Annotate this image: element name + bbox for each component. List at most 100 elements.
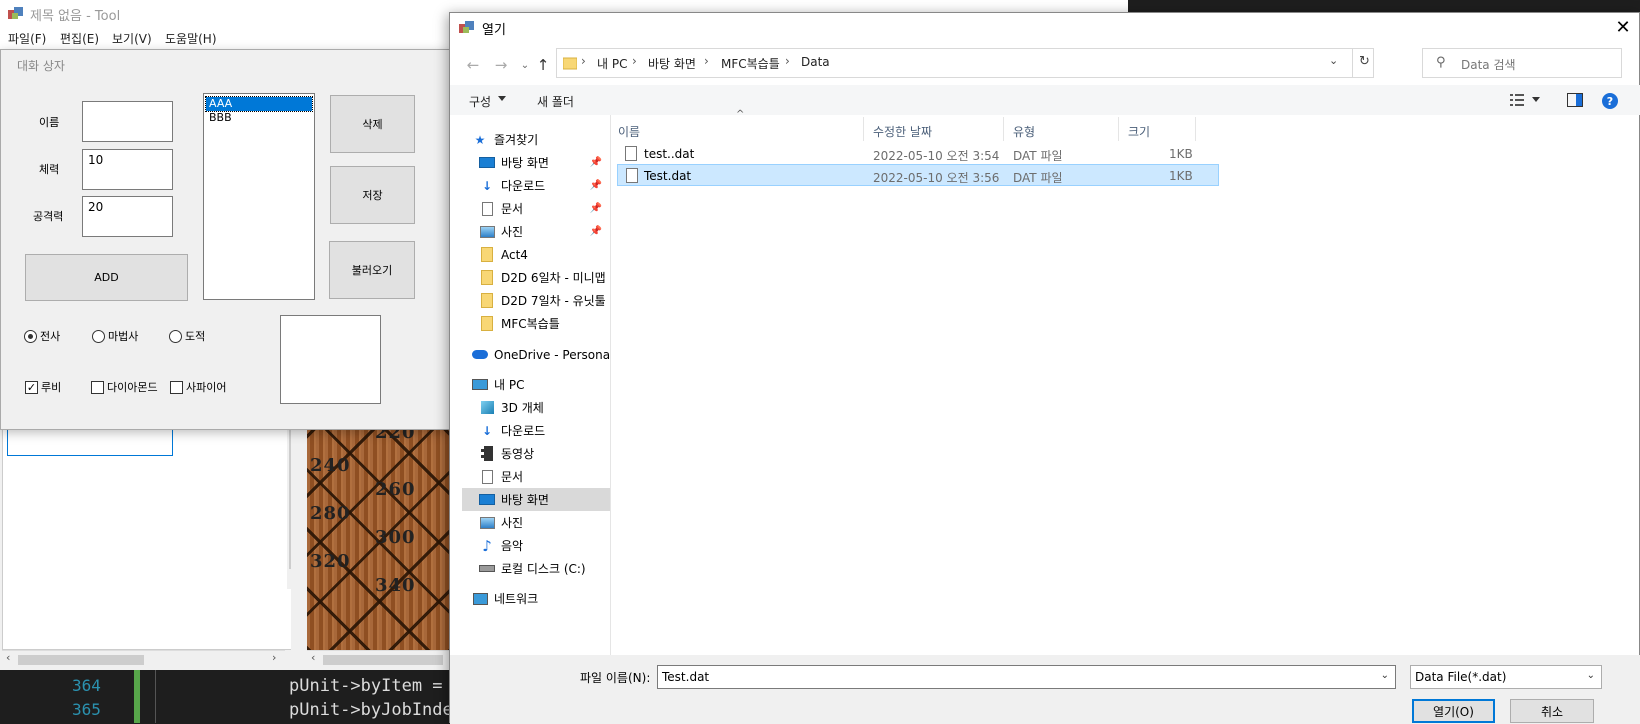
nav-item-downloads[interactable]: ↓ 다운로드 📌 — [462, 174, 610, 197]
pin-icon[interactable]: 📌 — [590, 203, 602, 214]
view-options-icon[interactable] — [1510, 93, 1524, 107]
preview-pane-icon[interactable] — [1567, 93, 1583, 107]
scroll-right-icon[interactable]: › — [272, 651, 276, 664]
radio-circle[interactable] — [24, 329, 37, 343]
radio-mage[interactable]: 마법사 — [92, 328, 138, 344]
breadcrumb-item[interactable]: Data — [801, 55, 830, 69]
add-button[interactable]: ADD — [25, 254, 188, 301]
nav-item-3d-objects[interactable]: 3D 개체 — [462, 396, 610, 419]
chevron-right-icon[interactable]: › — [632, 54, 637, 68]
splitter[interactable] — [291, 428, 305, 668]
menu-view[interactable]: 보기(V) — [112, 30, 152, 47]
filename-input[interactable]: Test.dat ⌄ — [657, 665, 1396, 689]
column-date[interactable]: 수정한 날짜 — [873, 123, 932, 140]
pin-icon[interactable]: 📌 — [590, 157, 602, 168]
nav-item-desktop[interactable]: 바탕 화면 — [462, 488, 610, 511]
scrollbar-thumb[interactable] — [323, 655, 443, 665]
check-ruby[interactable]: ✓ 루비 — [25, 379, 61, 395]
nav-item-folder[interactable]: MFC복습틀 — [462, 312, 610, 335]
nav-item-pictures[interactable]: 사진 — [462, 511, 610, 534]
file-row-selected[interactable]: Test.dat 2022-05-10 오전 3:56 DAT 파일 1KB — [617, 164, 1219, 186]
navigation-pane[interactable]: ★ 즐겨찾기 바탕 화면 📌 ↓ 다운로드 📌 문서 📌 사진 📌 Act4 D… — [450, 115, 610, 655]
nav-item-onedrive[interactable]: OneDrive - Personal — [462, 343, 610, 366]
load-button[interactable]: 불러오기 — [329, 241, 415, 299]
chevron-down-icon[interactable]: ⌄ — [1329, 54, 1338, 67]
list-item[interactable]: BBB — [206, 111, 312, 125]
chevron-right-icon[interactable]: › — [785, 54, 790, 68]
dropdown-arrow-icon[interactable] — [1532, 97, 1540, 102]
cancel-button[interactable]: 취소 — [1510, 699, 1594, 723]
nav-item-local-disk[interactable]: 로컬 디스크 (C:) — [462, 557, 610, 580]
check-sapphire[interactable]: 사파이어 — [170, 379, 226, 395]
menu-file[interactable]: 파일(F) — [8, 30, 46, 47]
filetype-select[interactable]: Data File(*.dat) ⌄ — [1410, 665, 1602, 689]
nav-item-network[interactable]: 네트워크 — [462, 587, 610, 610]
chevron-right-icon[interactable]: › — [704, 54, 709, 68]
scroll-left-icon[interactable]: ‹ — [311, 651, 315, 664]
checkbox[interactable] — [170, 380, 183, 394]
breadcrumb-item[interactable]: MFC복습틀 — [721, 55, 780, 72]
nav-item-downloads[interactable]: ↓ 다운로드 — [462, 419, 610, 442]
column-separator[interactable] — [1118, 117, 1119, 141]
menu-edit[interactable]: 편집(E) — [60, 30, 99, 47]
list-item[interactable]: AAA — [205, 96, 313, 112]
nav-item-documents[interactable]: 문서 — [462, 465, 610, 488]
chevron-down-icon[interactable]: ⌄ — [1587, 670, 1595, 681]
chevron-down-icon[interactable]: ⌄ — [1381, 670, 1389, 681]
forward-icon[interactable]: → — [490, 53, 512, 77]
map-view[interactable]: 220 240 260 280 300 320 340 — [307, 428, 452, 650]
dropdown-arrow-icon[interactable] — [498, 96, 506, 101]
breadcrumb-item[interactable]: 내 PC — [597, 55, 627, 72]
nav-item-favorites[interactable]: ★ 즐겨찾기 — [462, 128, 610, 151]
nav-item-pictures[interactable]: 사진 📌 — [462, 220, 610, 243]
hp-field[interactable]: 10 — [82, 149, 173, 190]
up-icon[interactable]: ↑ — [532, 53, 554, 77]
column-size[interactable]: 크기 — [1128, 123, 1150, 140]
new-folder-button[interactable]: 새 폴더 — [537, 93, 574, 110]
refresh-icon[interactable]: ↻ — [1359, 54, 1370, 69]
column-separator[interactable] — [863, 117, 864, 141]
nav-item-desktop[interactable]: 바탕 화면 📌 — [462, 151, 610, 174]
open-button[interactable]: 열기(O) — [1412, 699, 1495, 723]
chevron-right-icon[interactable]: › — [581, 54, 586, 68]
name-field[interactable] — [82, 101, 173, 142]
close-icon[interactable]: ✕ — [1608, 15, 1638, 39]
search-input[interactable]: ⚲ Data 검색 — [1422, 48, 1622, 78]
nav-item-folder[interactable]: D2D 6일차 - 미니맵 — [462, 266, 610, 289]
column-separator[interactable] — [1195, 117, 1196, 141]
pin-icon[interactable]: 📌 — [590, 226, 602, 237]
delete-button[interactable]: 삭제 — [330, 95, 415, 153]
nav-item-this-pc[interactable]: 내 PC — [462, 373, 610, 396]
save-button[interactable]: 저장 — [330, 166, 415, 224]
address-bar[interactable]: › 내 PC › 바탕 화면 › MFC복습틀 › Data ⌄ ↻ — [556, 48, 1374, 78]
nav-item-folder[interactable]: D2D 7일차 - 유닛툴 — [462, 289, 610, 312]
checkbox[interactable]: ✓ — [25, 380, 38, 394]
nav-item-documents[interactable]: 문서 📌 — [462, 197, 610, 220]
horizontal-scrollbar[interactable]: ‹ › — [2, 650, 285, 668]
file-list[interactable]: ^ 이름 수정한 날짜 유형 크기 test..dat 2022-05-10 오… — [611, 109, 1640, 655]
check-diamond[interactable]: 다이아몬드 — [91, 379, 158, 395]
column-separator[interactable] — [1003, 117, 1004, 141]
attack-field[interactable]: 20 — [82, 196, 173, 237]
unit-listbox[interactable]: AAA BBB — [203, 93, 315, 300]
nav-item-music[interactable]: ♪ 음악 — [462, 534, 610, 557]
nav-item-folder[interactable]: Act4 — [462, 243, 610, 266]
back-icon[interactable]: ← — [462, 53, 484, 77]
radio-circle[interactable] — [169, 329, 182, 343]
checkbox[interactable] — [91, 380, 104, 394]
file-row[interactable]: test..dat 2022-05-10 오전 3:54 DAT 파일 1KB — [617, 143, 1219, 165]
nav-item-videos[interactable]: 동영상 — [462, 442, 610, 465]
radio-warrior[interactable]: 전사 — [24, 328, 60, 344]
radio-thief[interactable]: 도적 — [169, 328, 205, 344]
radio-circle[interactable] — [92, 329, 105, 343]
scrollbar-thumb[interactable] — [18, 655, 144, 665]
menu-help[interactable]: 도움말(H) — [165, 30, 217, 47]
map-horizontal-scrollbar[interactable]: ‹ — [307, 650, 452, 668]
scroll-left-icon[interactable]: ‹ — [6, 651, 10, 664]
pin-icon[interactable]: 📌 — [590, 180, 602, 191]
help-icon[interactable]: ? — [1602, 93, 1618, 109]
column-name[interactable]: 이름 — [618, 123, 640, 140]
organize-button[interactable]: 구성 — [469, 93, 491, 110]
breadcrumb-item[interactable]: 바탕 화면 — [648, 55, 696, 72]
column-type[interactable]: 유형 — [1013, 123, 1035, 140]
